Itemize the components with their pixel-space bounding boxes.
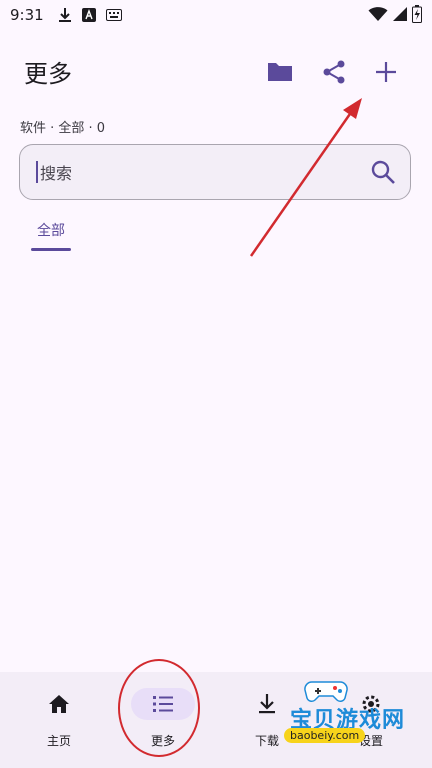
home-icon xyxy=(49,695,69,713)
list-icon xyxy=(153,696,173,712)
nav-pill xyxy=(27,688,91,720)
nav-item-more[interactable]: 更多 xyxy=(113,672,213,768)
annotation-arrow xyxy=(249,98,362,257)
nav-item-home[interactable]: 主页 xyxy=(9,672,109,768)
nav-label: 主页 xyxy=(46,734,71,748)
nav-label: 更多 xyxy=(150,734,175,748)
download-icon xyxy=(259,694,275,714)
gamepad-icon xyxy=(304,681,348,702)
watermark-site: baobeiy.com xyxy=(284,728,366,743)
nav-pill-active xyxy=(131,688,195,720)
watermark: 宝贝游戏网 baobeiy.com xyxy=(280,680,432,768)
